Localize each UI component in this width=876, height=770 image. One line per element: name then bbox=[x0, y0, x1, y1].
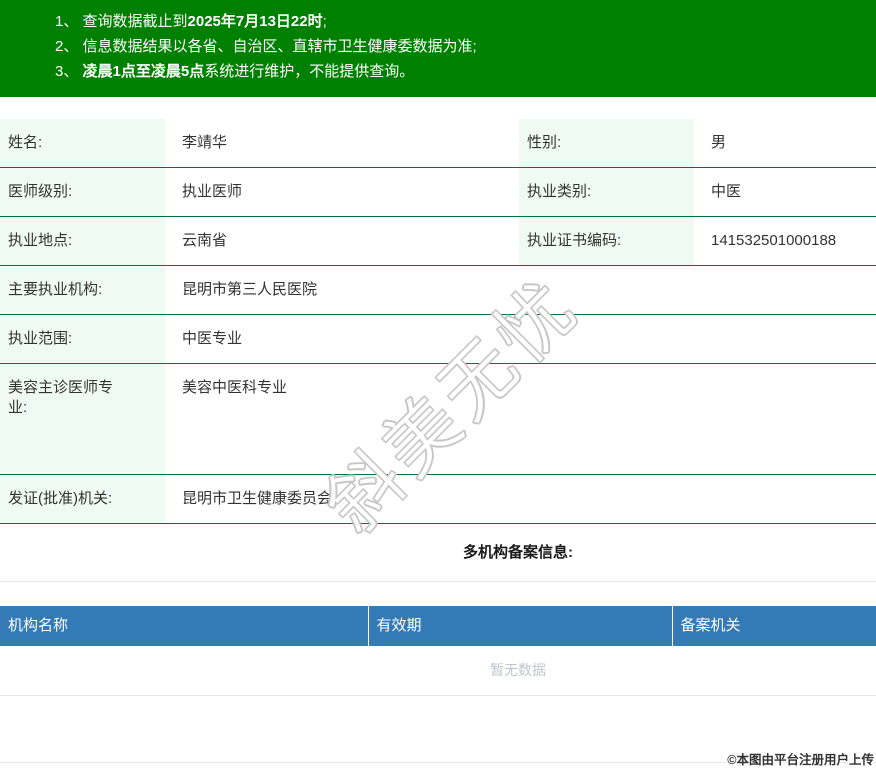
value-name: 李靖华 bbox=[165, 119, 519, 168]
label-gender: 性别: bbox=[519, 119, 694, 168]
value-practice-scope: 中医专业 bbox=[165, 314, 876, 364]
copyright-note: ©本图由平台注册用户上传 bbox=[727, 753, 874, 767]
notice-text: ; bbox=[322, 13, 327, 30]
divider bbox=[0, 581, 876, 582]
notice-bold-text: 凌晨1点至凌晨5点 bbox=[82, 63, 205, 80]
table-row: 执业范围: 中医专业 bbox=[0, 314, 876, 364]
notice-line-3: 3、 凌晨1点至凌晨5点系统进行维护，不能提供查询。 bbox=[55, 59, 876, 84]
table-row: 执业地点: 云南省 执业证书编码: 141532501000188 bbox=[0, 216, 876, 266]
label-certificate-number: 执业证书编码: bbox=[519, 216, 694, 266]
label-cosmetic-specialty: 美容主诊医师专业: bbox=[0, 363, 165, 475]
notice-bold-text: 2025年7月13日22时 bbox=[187, 13, 323, 30]
label-practice-location: 执业地点: bbox=[0, 216, 165, 266]
table-row: 姓名: 李靖华 性别: 男 bbox=[0, 119, 876, 168]
table-row: 主要执业机构: 昆明市第三人民医院 bbox=[0, 265, 876, 315]
label-issuing-authority: 发证(批准)机关: bbox=[0, 474, 165, 524]
content-container: 1、 查询数据截止到2025年7月13日22时; 2、 信息数据结果以各省、自治… bbox=[0, 0, 876, 770]
table-row: 医师级别: 执业医师 执业类别: 中医 bbox=[0, 167, 876, 217]
table-row: 发证(批准)机关: 昆明市卫生健康委员会 bbox=[0, 474, 876, 524]
empty-row: 暂无数据 bbox=[0, 646, 876, 696]
value-gender: 男 bbox=[694, 119, 876, 168]
table-row: 美容主诊医师专业: 美容中医科专业 bbox=[0, 363, 876, 475]
notice-line-1: 1、 查询数据截止到2025年7月13日22时; bbox=[55, 9, 876, 34]
value-certificate-number: 141532501000188 bbox=[694, 216, 876, 266]
notice-line-2: 2、 信息数据结果以各省、自治区、直辖市卫生健康委数据为准; bbox=[55, 34, 876, 59]
label-practice-category: 执业类别: bbox=[519, 167, 694, 217]
value-practice-location: 云南省 bbox=[165, 216, 519, 266]
label-main-institution: 主要执业机构: bbox=[0, 265, 165, 315]
value-main-institution: 昆明市第三人民医院 bbox=[165, 265, 876, 315]
value-issuing-authority: 昆明市卫生健康委员会 bbox=[165, 474, 876, 524]
value-doctor-level: 执业医师 bbox=[165, 167, 519, 217]
col-validity-period: 有效期 bbox=[368, 606, 673, 646]
notice-text: 系统进行维护，不能提供查询。 bbox=[204, 63, 415, 80]
empty-data-text: 暂无数据 bbox=[0, 646, 876, 696]
notice-text: 2、 信息数据结果以各省、自治区、直辖市卫生健康委数据为准; bbox=[55, 38, 477, 55]
label-practice-scope: 执业范围: bbox=[0, 314, 165, 364]
records-header-row: 机构名称 有效期 备案机关 bbox=[0, 606, 876, 646]
col-institution-name: 机构名称 bbox=[0, 606, 369, 646]
label-name: 姓名: bbox=[0, 119, 165, 168]
notice-text: 1、 查询数据截止到 bbox=[55, 13, 188, 30]
label-doctor-level: 医师级别: bbox=[0, 167, 165, 217]
page: 1、 查询数据截止到2025年7月13日22时; 2、 信息数据结果以各省、自治… bbox=[0, 0, 876, 770]
value-practice-category: 中医 bbox=[694, 167, 876, 217]
value-cosmetic-specialty: 美容中医科专业 bbox=[165, 363, 876, 475]
records-table: 机构名称 有效期 备案机关 暂无数据 bbox=[0, 606, 876, 696]
notice-text: 3、 bbox=[55, 63, 83, 80]
notice-banner: 1、 查询数据截止到2025年7月13日22时; 2、 信息数据结果以各省、自治… bbox=[0, 0, 876, 97]
multi-institution-section-title: 多机构备案信息: bbox=[463, 544, 573, 561]
doctor-info-table: 姓名: 李靖华 性别: 男 医师级别: 执业医师 执业类别: 中医 执业地点: … bbox=[0, 119, 876, 524]
col-record-authority: 备案机关 bbox=[672, 606, 876, 646]
